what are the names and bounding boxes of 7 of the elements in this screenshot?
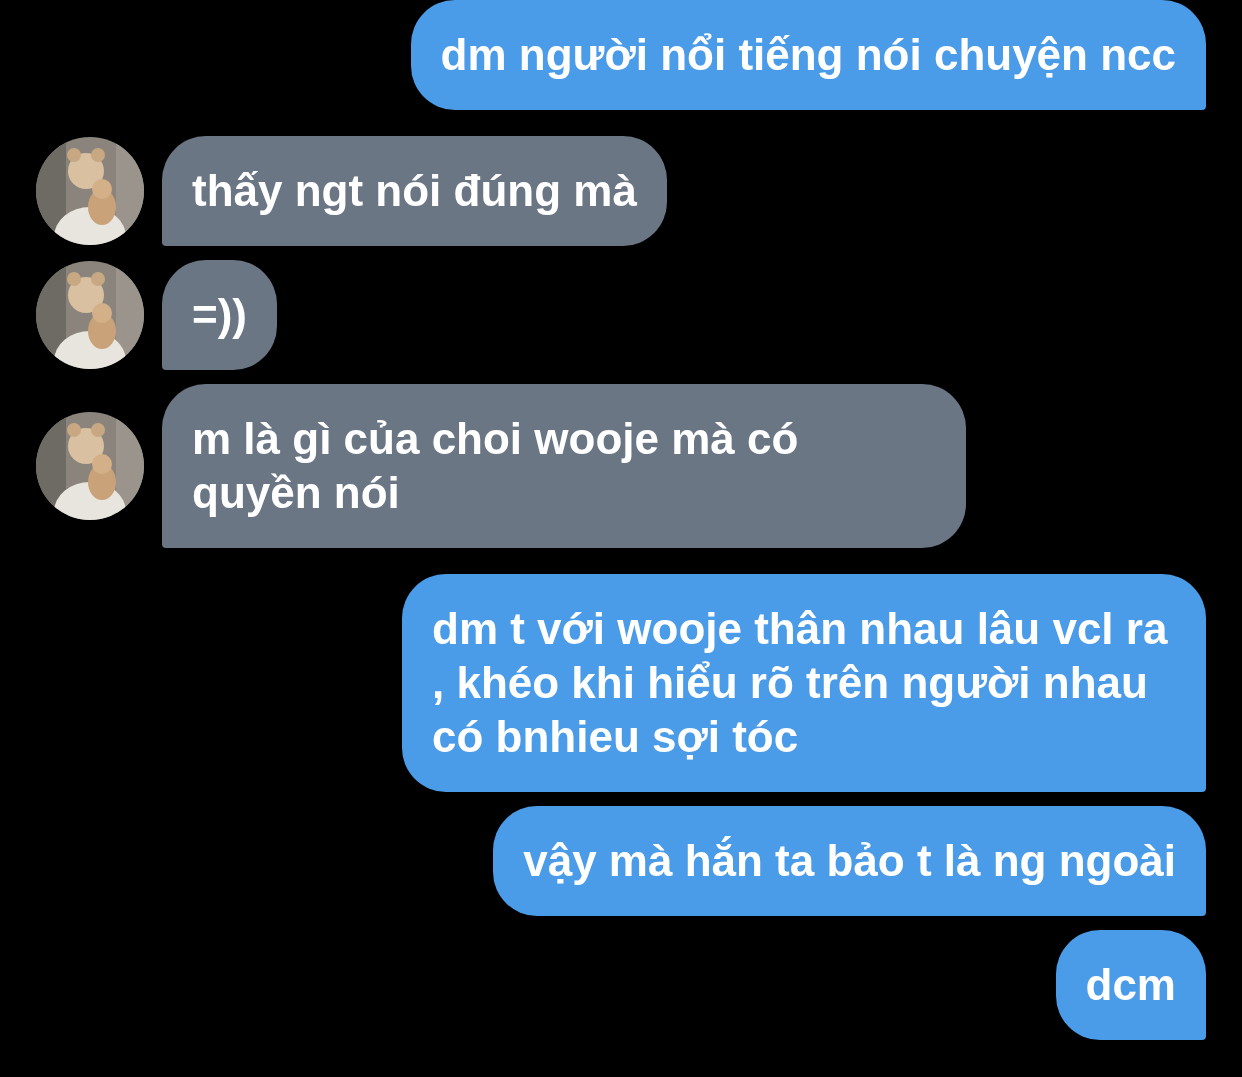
message-bubble: dm người nổi tiếng nói chuyện ncc bbox=[410, 0, 1206, 110]
message-bubble: thấy ngt nói đúng mà bbox=[162, 136, 667, 246]
message-bubble: dcm bbox=[1055, 930, 1206, 1040]
message-bubble: dm t với wooje thân nhau lâu vcl ra , khéo khi hiểu rõ trên người nhau có bnhieu sợi tóc bbox=[402, 574, 1206, 792]
message-bubble: m là gì của choi wooje mà có quyền nói bbox=[162, 384, 966, 548]
message-bubble: =)) bbox=[162, 260, 277, 370]
message-bubble: vậy mà hắn ta bảo t là ng ngoài bbox=[493, 806, 1206, 916]
